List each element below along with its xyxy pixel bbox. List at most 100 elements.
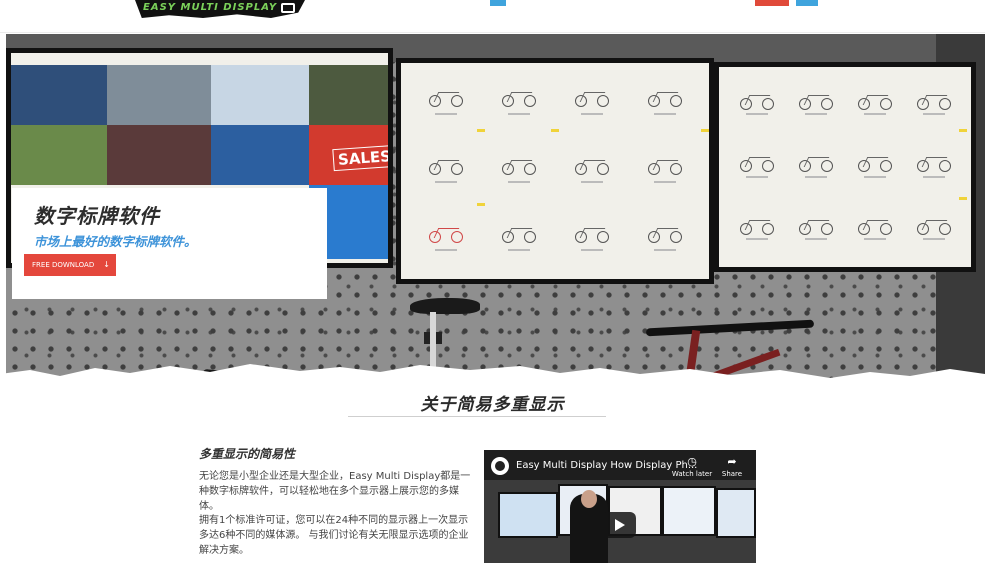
price-tag <box>701 129 709 132</box>
share-label: Share <box>721 470 743 478</box>
bike-item <box>904 198 963 261</box>
bicycle-icon <box>501 225 536 244</box>
monitor-icon <box>281 3 295 13</box>
bike-item <box>727 73 786 136</box>
photo-tile <box>107 65 211 125</box>
price-tag <box>477 203 485 206</box>
bike-caption <box>745 175 768 178</box>
video-screen <box>716 488 756 538</box>
bike-item <box>786 198 845 261</box>
bicycle-icon <box>501 89 536 108</box>
bike-caption <box>863 238 886 241</box>
play-icon[interactable] <box>602 512 636 538</box>
bike-caption <box>863 175 886 178</box>
bicycle-icon <box>428 225 463 244</box>
hero-title: 数字标牌软件 <box>34 204 160 228</box>
photo-tile <box>11 125 107 185</box>
site-logo[interactable]: EASY MULTI DISPLAY <box>135 0 305 18</box>
video-screen <box>662 486 716 536</box>
hero-subtitle: 市场上最好的数字标牌软件。 <box>34 234 197 249</box>
bike-item <box>727 136 786 199</box>
channel-avatar[interactable] <box>491 457 509 475</box>
bicycle-icon <box>574 225 609 244</box>
price-tag <box>551 129 559 132</box>
bicycle-icon <box>916 92 951 110</box>
bike-item <box>555 137 628 205</box>
clock-icon: ◷ <box>687 455 697 468</box>
bicycle-icon <box>916 154 951 173</box>
about-paragraph-2: 拥有1个标准许可证，您可以在24种不同的显示器上一次显示多达6种不同的媒体源。 … <box>199 515 469 556</box>
screen-content <box>719 67 971 267</box>
bike-item <box>904 136 963 199</box>
google-plus-link[interactable] <box>755 0 789 6</box>
bike-caption <box>922 113 945 116</box>
header-divider <box>0 32 985 33</box>
bike-item <box>628 69 701 137</box>
screen-content <box>401 63 709 279</box>
bike-caption <box>580 112 603 115</box>
photo-tile <box>309 65 388 125</box>
linkedin-link[interactable] <box>796 0 818 6</box>
price-tag <box>477 129 485 132</box>
bike-item <box>628 137 701 205</box>
price-tag <box>959 129 967 132</box>
bike-item <box>845 136 904 199</box>
bike-caption <box>507 180 530 183</box>
title-underline <box>348 416 606 417</box>
photo-tile <box>211 125 309 185</box>
display-screen-2 <box>396 58 714 284</box>
about-paragraph-1: 无论您是小型企业还是大型企业，Easy Multi Display都是一种数字标… <box>199 471 471 512</box>
price-tag <box>959 197 967 200</box>
bicycle-icon <box>501 157 536 176</box>
bike-item <box>845 73 904 136</box>
bicycle-icon <box>739 154 774 173</box>
share-icon: ➦ <box>727 455 737 468</box>
share-button[interactable]: ➦ Share <box>710 455 754 479</box>
logo-text: EASY MULTI DISPLAY <box>143 2 278 13</box>
bike-caption <box>922 238 945 241</box>
bicycle-icon <box>857 217 892 236</box>
presenter-head <box>581 490 597 508</box>
bike-item <box>845 198 904 261</box>
bike-item <box>786 73 845 136</box>
bike-item <box>555 205 628 273</box>
download-label: FREE DOWNLOAD <box>32 261 95 269</box>
bike-item <box>786 136 845 199</box>
sales-label: SALES <box>332 144 388 172</box>
photo-tile <box>107 125 211 185</box>
bike-caption <box>580 248 603 251</box>
twitter-link[interactable] <box>490 0 506 6</box>
bike-item <box>409 205 482 273</box>
bicycle-icon <box>647 89 682 108</box>
hero-card: 数字标牌软件 市场上最好的数字标牌软件。 FREE DOWNLOAD ↓ <box>12 188 327 299</box>
watch-later-button[interactable]: ◷ Watch later <box>670 455 714 479</box>
bike-item <box>727 198 786 261</box>
hero-banner: SALES 数字标牌软件 市场上最好的数字标牌软件。 FREE DOWNLOAD… <box>6 34 985 390</box>
bike-item <box>628 205 701 273</box>
bike-caption <box>434 112 457 115</box>
bike-grid <box>727 73 963 261</box>
bicycle-icon <box>574 157 609 176</box>
bike-item <box>904 73 963 136</box>
bike-caption <box>745 238 768 241</box>
display-screen-3 <box>714 62 976 272</box>
bicycle-icon <box>916 217 951 236</box>
bicycle-icon <box>798 154 833 173</box>
bike-item <box>409 69 482 137</box>
bike-item <box>482 205 555 273</box>
about-heading: 多重显示的简易性 <box>199 447 296 461</box>
bike-caption <box>804 175 827 178</box>
bike-caption <box>434 180 457 183</box>
bike-caption <box>804 238 827 241</box>
photo-tile <box>11 65 107 125</box>
bike-caption <box>745 113 768 116</box>
bicycle-icon <box>798 217 833 236</box>
bicycle-icon <box>647 225 682 244</box>
bike-item <box>409 137 482 205</box>
bicycle-icon <box>428 157 463 176</box>
free-download-button[interactable]: FREE DOWNLOAD ↓ <box>24 254 116 276</box>
bike-caption <box>507 112 530 115</box>
youtube-video-embed[interactable]: Easy Multi Display How Display Ph... ◷ W… <box>484 450 756 563</box>
bike-caption <box>653 180 676 183</box>
bicycle-icon <box>739 92 774 110</box>
